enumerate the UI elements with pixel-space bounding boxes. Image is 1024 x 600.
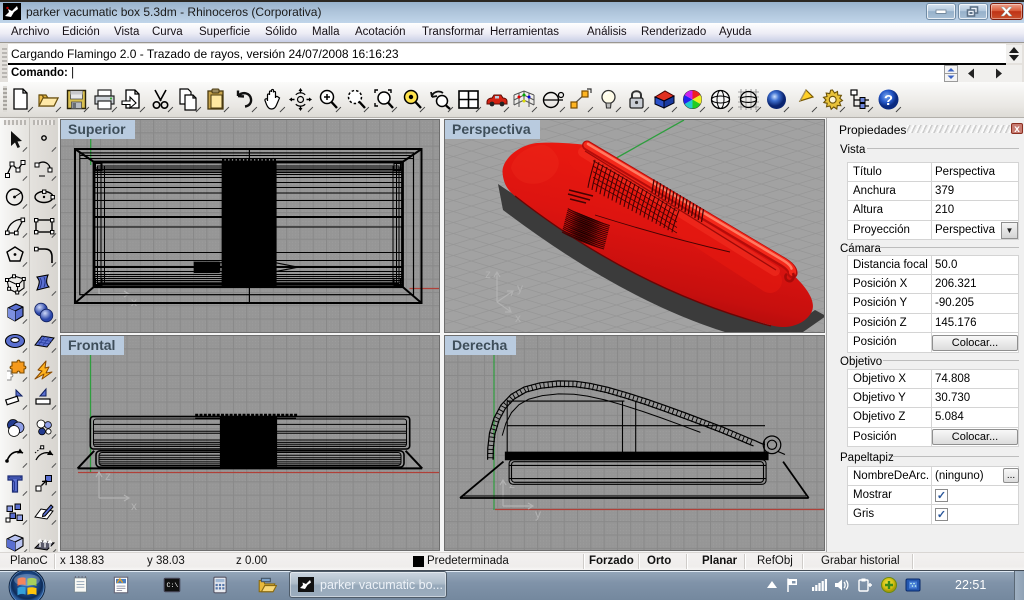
- svg-text:?: ?: [884, 92, 893, 109]
- svg-text:x: x: [515, 311, 521, 325]
- svg-text:C:\: C:\: [166, 581, 178, 589]
- svg-text:x: x: [131, 499, 137, 513]
- svg-text:y: y: [517, 281, 523, 295]
- svg-text:z: z: [105, 469, 111, 483]
- svg-text:y: y: [535, 507, 541, 521]
- svg-text:z: z: [485, 267, 491, 281]
